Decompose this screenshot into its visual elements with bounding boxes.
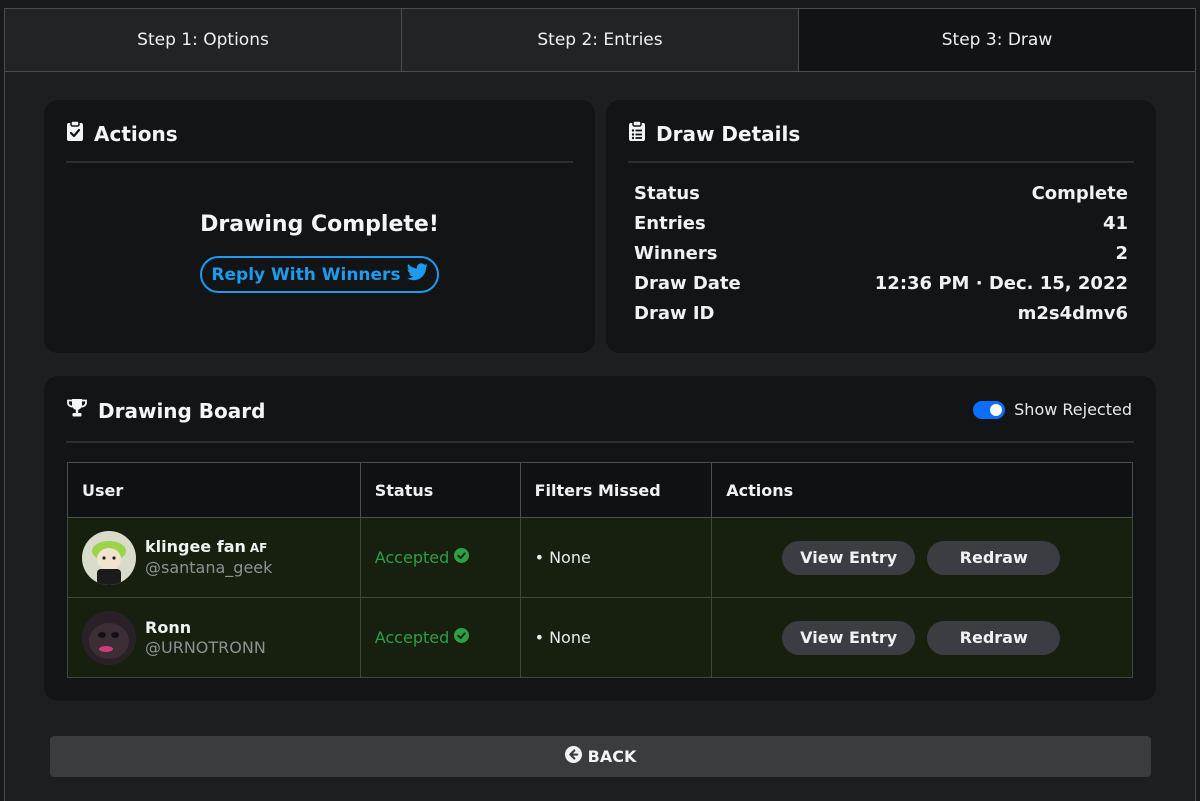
actions-divider bbox=[66, 161, 573, 163]
user-cell: Ronn @URNOTRONN bbox=[67, 597, 361, 678]
show-rejected-toggle[interactable] bbox=[973, 400, 1006, 419]
details-list: Status Complete Entries 41 Winners 2 Dra… bbox=[634, 183, 1128, 333]
board-divider bbox=[66, 441, 1134, 443]
check-circle-icon bbox=[454, 548, 470, 567]
actions-cell: View Entry Redraw bbox=[711, 517, 1133, 598]
table-row: Ronn @URNOTRONN Accepted • None View Ent… bbox=[67, 597, 1133, 678]
details-title: Draw Details bbox=[656, 121, 801, 146]
board-title: Drawing Board bbox=[98, 398, 266, 423]
avatar[interactable] bbox=[82, 610, 136, 665]
actions-header: Actions bbox=[66, 120, 178, 147]
detail-value: Complete bbox=[1031, 183, 1128, 204]
column-header-filters: Filters Missed bbox=[519, 462, 713, 518]
reply-label: Reply With Winners bbox=[211, 264, 401, 285]
board-header: Drawing Board bbox=[66, 398, 265, 423]
tab-options[interactable]: Step 1: Options bbox=[5, 9, 402, 71]
avatar[interactable] bbox=[82, 530, 136, 585]
show-rejected-control: Show Rejected bbox=[973, 400, 1132, 419]
arrow-left-circle-icon bbox=[564, 746, 582, 767]
column-header-actions: Actions bbox=[711, 462, 1133, 518]
back-button[interactable]: BACK bbox=[50, 736, 1151, 777]
detail-value: 41 bbox=[1102, 213, 1128, 234]
details-divider bbox=[628, 161, 1134, 163]
redraw-button[interactable]: Redraw bbox=[927, 620, 1061, 655]
show-rejected-label: Show Rejected bbox=[1014, 400, 1132, 419]
actions-title: Actions bbox=[94, 121, 178, 146]
user-badge: AF bbox=[249, 541, 268, 555]
trophy-icon bbox=[66, 398, 88, 423]
view-entry-button[interactable]: View Entry bbox=[782, 620, 916, 655]
reply-with-winners-button[interactable]: Reply With Winners bbox=[200, 256, 439, 293]
tab-entries[interactable]: Step 2: Entries bbox=[402, 9, 799, 71]
user-cell: klingee fan AF @santana_geek bbox=[67, 517, 361, 598]
detail-label: Entries bbox=[634, 213, 706, 234]
detail-label: Draw Date bbox=[634, 273, 741, 294]
check-circle-icon bbox=[454, 628, 470, 647]
detail-value: 12:36 PM · Dec. 15, 2022 bbox=[874, 273, 1128, 294]
status-badge: Accepted bbox=[375, 548, 470, 567]
column-header-status: Status bbox=[359, 462, 521, 518]
details-header: Draw Details bbox=[628, 120, 800, 147]
twitter-bird-icon bbox=[406, 263, 428, 286]
clipboard-check-icon bbox=[66, 120, 84, 147]
table-row: klingee fan AF @santana_geek Accepted • N… bbox=[67, 517, 1133, 598]
status-badge: Accepted bbox=[375, 628, 470, 647]
detail-row-status: Status Complete bbox=[634, 183, 1128, 213]
redraw-button[interactable]: Redraw bbox=[927, 540, 1061, 575]
table-header-row: User Status Filters Missed Actions bbox=[67, 462, 1133, 518]
detail-value: 2 bbox=[1115, 243, 1128, 264]
actions-card: Actions Drawing Complete! Reply With Win… bbox=[44, 100, 595, 353]
detail-row-winners: Winners 2 bbox=[634, 243, 1128, 273]
tab-draw[interactable]: Step 3: Draw bbox=[799, 9, 1195, 71]
status-cell: Accepted bbox=[359, 597, 521, 678]
detail-value: m2s4dmv6 bbox=[1017, 303, 1128, 324]
detail-label: Draw ID bbox=[634, 303, 715, 324]
drawing-board-table: User Status Filters Missed Actions kling… bbox=[67, 462, 1133, 678]
step-tabs: Step 1: Options Step 2: Entries Step 3: … bbox=[5, 9, 1195, 72]
clipboard-list-icon bbox=[628, 120, 646, 147]
detail-row-draw-id: Draw ID m2s4dmv6 bbox=[634, 303, 1128, 333]
filters-missed-cell: • None bbox=[519, 517, 713, 598]
filters-missed-cell: • None bbox=[519, 597, 713, 678]
back-label: BACK bbox=[587, 747, 637, 766]
detail-label: Winners bbox=[634, 243, 718, 264]
drawing-complete-text: Drawing Complete! bbox=[200, 212, 439, 237]
draw-details-card: Draw Details Status Complete Entries 41 … bbox=[606, 100, 1156, 353]
detail-label: Status bbox=[634, 183, 700, 204]
detail-row-draw-date: Draw Date 12:36 PM · Dec. 15, 2022 bbox=[634, 273, 1128, 303]
user-name: klingee fan AF bbox=[145, 537, 268, 556]
user-handle[interactable]: @URNOTRONN bbox=[145, 638, 266, 658]
actions-cell: View Entry Redraw bbox=[711, 597, 1133, 678]
drawing-board-card: Drawing Board Show Rejected User Status … bbox=[44, 376, 1156, 701]
user-handle[interactable]: @santana_geek bbox=[145, 558, 272, 578]
detail-row-entries: Entries 41 bbox=[634, 213, 1128, 243]
user-name: Ronn bbox=[145, 617, 192, 637]
view-entry-button[interactable]: View Entry bbox=[782, 540, 916, 575]
column-header-user: User bbox=[67, 462, 361, 518]
status-cell: Accepted bbox=[359, 517, 521, 598]
